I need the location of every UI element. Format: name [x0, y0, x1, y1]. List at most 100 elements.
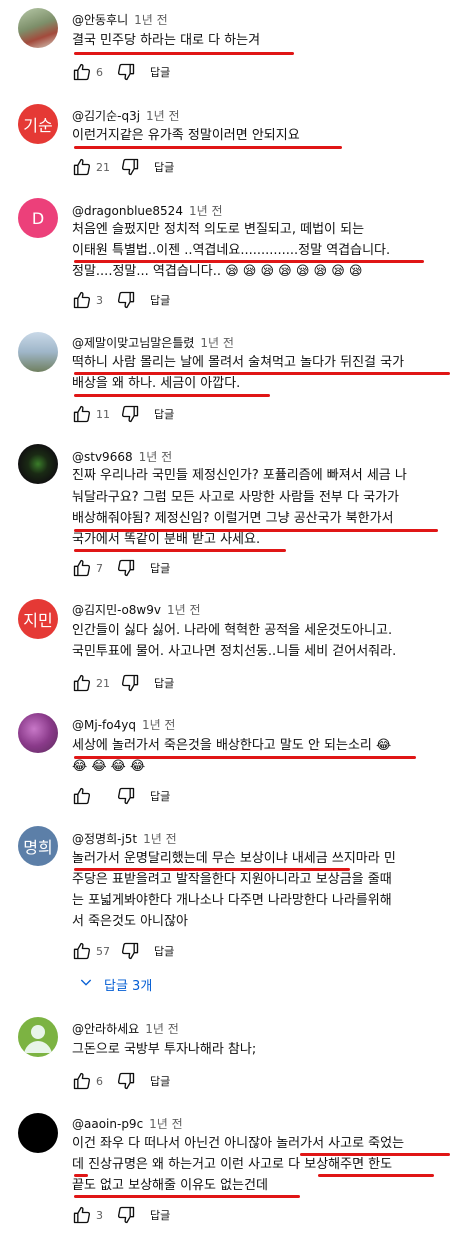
- comment-actions: 21 답글: [72, 157, 174, 177]
- comment-author[interactable]: @제말이맞고님말은틀렸 1년 전: [72, 334, 234, 351]
- like-count: 6: [96, 1074, 103, 1088]
- comment-text: 이건 좌우 다 떠나서 아닌건 아니잖아 놀러가서 사고로 죽었는: [72, 1136, 405, 1151]
- like-count: 3: [96, 1208, 103, 1222]
- reply-button[interactable]: 답글: [150, 1073, 170, 1089]
- reply-button[interactable]: 답글: [154, 675, 174, 691]
- red-underline: [74, 372, 450, 375]
- comment-time[interactable]: 1년 전: [142, 718, 176, 732]
- dislike-icon[interactable]: [116, 1205, 136, 1225]
- reply-button[interactable]: 답글: [150, 292, 170, 308]
- red-underline: [74, 756, 416, 759]
- comment-text: 서 죽은것도 아니잖아: [72, 914, 188, 929]
- reply-button[interactable]: 답글: [150, 64, 170, 80]
- view-replies-button[interactable]: 답글 3개: [78, 974, 152, 994]
- like-count: 21: [96, 160, 110, 174]
- reply-button[interactable]: 답글: [150, 560, 170, 576]
- comment-text: 배상해줘야됨? 제정신임? 이럴거면 그냥 공산국가 북한가서: [72, 511, 394, 526]
- avatar[interactable]: 명희: [18, 826, 58, 866]
- like-icon[interactable]: [72, 1205, 92, 1225]
- comment-time[interactable]: 1년 전: [189, 204, 223, 218]
- comment-text: 떡하니 사람 몰리는 날에 몰려서 술쳐먹고 놀다가 뒤진걸 국가: [72, 355, 405, 370]
- comment-author[interactable]: @Mj-fo4yq 1년 전: [72, 716, 175, 733]
- comment-actions: 57 답글: [72, 941, 174, 961]
- avatar[interactable]: 지민: [18, 599, 58, 639]
- like-icon[interactable]: [72, 941, 92, 961]
- comment-time[interactable]: 1년 전: [149, 1117, 183, 1131]
- comment-actions: 21 답글: [72, 673, 174, 693]
- comment-actions: 답글: [72, 786, 170, 806]
- reply-button[interactable]: 답글: [154, 159, 174, 175]
- dislike-icon[interactable]: [116, 786, 136, 806]
- like-count: 7: [96, 561, 103, 575]
- avatar[interactable]: [18, 8, 58, 48]
- comment-author[interactable]: @aaoin-p9c 1년 전: [72, 1115, 183, 1132]
- dislike-icon[interactable]: [120, 673, 140, 693]
- comment-time[interactable]: 1년 전: [143, 832, 177, 846]
- comment-actions: 3 답글: [72, 1205, 170, 1225]
- red-underline: [318, 1174, 434, 1177]
- dislike-icon[interactable]: [116, 1071, 136, 1091]
- comment-text: 국가에서 똑같이 분배 받고 사세요.: [72, 532, 261, 547]
- comment-time[interactable]: 1년 전: [145, 1022, 179, 1036]
- comment-author[interactable]: @김지민-o8w9v 1년 전: [72, 601, 201, 618]
- red-underline: [74, 1174, 88, 1177]
- comment-text: 데 진상규명은 왜 하는거고 이런 사고로 다 보상해주면 한도: [72, 1157, 393, 1172]
- dislike-icon[interactable]: [120, 404, 140, 424]
- comment-time[interactable]: 1년 전: [134, 13, 168, 27]
- comment-text: 이런거지같은 유가족 정말이러면 안되지요: [72, 128, 300, 143]
- comment-text: 그돈으로 국방부 투자나해라 참나;: [72, 1042, 257, 1057]
- dislike-icon[interactable]: [116, 62, 136, 82]
- like-icon[interactable]: [72, 404, 92, 424]
- dislike-icon[interactable]: [116, 290, 136, 310]
- comment-author[interactable]: @dragonblue8524 1년 전: [72, 202, 222, 219]
- comment-text: 인간들이 싫다 싫어. 나라에 혁혁한 공적을 세운것도아니고.: [72, 623, 393, 638]
- red-underline: [300, 1153, 450, 1156]
- chevron-down-icon: [78, 974, 94, 994]
- comment-actions: 6 답글: [72, 62, 170, 82]
- comment-author[interactable]: @stv9668 1년 전: [72, 448, 172, 465]
- comment-author[interactable]: @정명희-j5t 1년 전: [72, 830, 177, 847]
- red-underline: [74, 260, 424, 263]
- like-icon[interactable]: [72, 290, 92, 310]
- comment-text: 배상을 왜 하나. 세금이 아깝다.: [72, 376, 241, 391]
- comment-author[interactable]: @안라하세요 1년 전: [72, 1020, 179, 1037]
- comment-text: 끝도 없고 보상해줄 이유도 없는건데: [72, 1178, 268, 1193]
- avatar[interactable]: [18, 1017, 58, 1057]
- avatar[interactable]: [18, 444, 58, 484]
- like-icon[interactable]: [72, 786, 92, 806]
- dislike-icon[interactable]: [116, 558, 136, 578]
- comment-time[interactable]: 1년 전: [200, 336, 234, 350]
- red-underline: [74, 1195, 300, 1198]
- comment-author[interactable]: @안동후니 1년 전: [72, 11, 168, 28]
- red-underline: [74, 146, 342, 149]
- avatar[interactable]: 기순: [18, 104, 58, 144]
- reply-button[interactable]: 답글: [150, 788, 170, 804]
- comment-actions: 6 답글: [72, 1071, 170, 1091]
- default-avatar-icon: [24, 1025, 52, 1053]
- like-icon[interactable]: [72, 62, 92, 82]
- avatar[interactable]: D: [18, 198, 58, 238]
- comment-time[interactable]: 1년 전: [167, 603, 201, 617]
- avatar[interactable]: [18, 1113, 58, 1153]
- avatar[interactable]: [18, 713, 58, 753]
- comment-text: 국민투표에 물어. 사고나면 정치선동..니들 세비 걷어서줘라.: [72, 644, 397, 659]
- comment-time[interactable]: 1년 전: [139, 450, 173, 464]
- reply-button[interactable]: 답글: [154, 943, 174, 959]
- avatar[interactable]: [18, 332, 58, 372]
- like-icon[interactable]: [72, 558, 92, 578]
- reply-button[interactable]: 답글: [154, 406, 174, 422]
- like-icon[interactable]: [72, 1071, 92, 1091]
- like-icon[interactable]: [72, 673, 92, 693]
- dislike-icon[interactable]: [120, 157, 140, 177]
- like-count: 11: [96, 407, 110, 421]
- red-underline: [74, 868, 350, 871]
- comment-author[interactable]: @김기순-q3j 1년 전: [72, 107, 180, 124]
- comment-text: 처음엔 슬펐지만 정치적 의도로 변질되고, 떼법이 되는: [72, 222, 365, 237]
- like-icon[interactable]: [72, 157, 92, 177]
- comment-time[interactable]: 1년 전: [146, 109, 180, 123]
- reply-button[interactable]: 답글: [150, 1207, 170, 1223]
- comment-text: 정말....정말... 역겹습니다.. 😪 😪 😪 😪 😪 😪 😪 😪: [72, 264, 363, 279]
- dislike-icon[interactable]: [120, 941, 140, 961]
- like-count: 3: [96, 293, 103, 307]
- comment-text: 주당은 표받을려고 발작을한다 지원아니라고 보상금을 줄때: [72, 872, 392, 887]
